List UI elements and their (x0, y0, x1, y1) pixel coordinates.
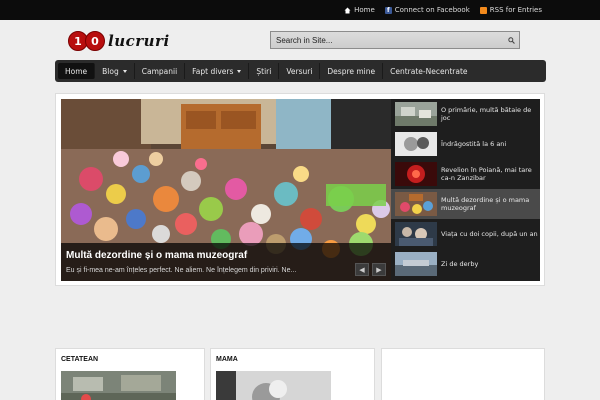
site-logo[interactable]: 1 0 lucruri (68, 29, 170, 53)
thumb-item[interactable]: Viața cu doi copii, după un an (391, 219, 540, 249)
thumb-title: Revelion în Poiană, mai tare ca-n Zanzib… (441, 166, 532, 182)
nav-item-home[interactable]: Home (58, 63, 96, 79)
category-title[interactable]: CETATEAN (61, 356, 98, 363)
nav-item-centrate-necentrate[interactable]: Centrate-Necentrate (383, 63, 474, 79)
search-button[interactable] (503, 32, 519, 48)
thumb-item[interactable]: Zi de derby (391, 249, 540, 279)
slide-excerpt: Eu și fi-mea ne-am înțeles perfect. Ne a… (66, 267, 297, 274)
thumb-image (395, 132, 437, 156)
category-box-cetatean: CETATEAN (55, 348, 205, 400)
logo-badge-zero: 0 (85, 31, 105, 51)
nav-item-blog-label: Blog (102, 66, 119, 76)
nav-item-stiri-label: Știri (256, 66, 272, 76)
arrow-left-icon: ◀ (359, 266, 365, 274)
next-slide-button[interactable]: ▶ (372, 263, 386, 276)
nav-item-blog[interactable]: Blog (95, 63, 135, 79)
search-box (270, 31, 520, 49)
top-link-home-label: Home (354, 6, 375, 14)
nav-item-stiri[interactable]: Știri (249, 63, 280, 79)
thumb-title: O primărie, multă bătaie de joc (441, 106, 532, 122)
thumb-image (395, 222, 437, 246)
nav-item-campanii[interactable]: Campanii (135, 63, 186, 79)
nav-item-campanii-label: Campanii (141, 66, 178, 76)
nav-item-fapt-divers-label: Fapt divers (192, 66, 234, 76)
thumb-item[interactable]: Îndrăgostită la 6 ani (391, 129, 540, 159)
thumb-title: Multă dezordine și o mama muzeograf (441, 196, 530, 212)
top-link-facebook-label: Connect on Facebook (394, 6, 470, 14)
prev-slide-button[interactable]: ◀ (355, 263, 369, 276)
thumb-item[interactable]: Revelion în Poiană, mai tare ca-n Zanzib… (391, 159, 540, 189)
top-link-home[interactable]: Home (344, 6, 375, 14)
facebook-icon: f (384, 6, 392, 14)
thumb-image (395, 102, 437, 126)
thumb-item[interactable]: Multă dezordine și o mama muzeograf (391, 189, 540, 219)
top-bar: Home f Connect on Facebook RSS for Entri… (0, 0, 600, 20)
slide-caption: Multă dezordine și o mama muzeograf Eu ș… (61, 243, 391, 281)
nav-item-versuri[interactable]: Versuri (279, 63, 321, 79)
rss-icon (479, 6, 487, 14)
top-link-rss-label: RSS for Entries (489, 6, 542, 14)
logo-word: lucruri (108, 32, 170, 50)
search-input[interactable] (271, 32, 503, 48)
thumb-image (395, 162, 437, 186)
nav-item-centrate-necentrate-label: Centrate-Necentrate (390, 66, 468, 76)
category-image[interactable] (61, 371, 176, 400)
category-image[interactable] (216, 371, 331, 400)
slide-thumbnails: O primărie, multă bătaie de joc Îndrăgos… (391, 99, 540, 281)
main-nav: Home Blog Campanii Fapt divers Știri Ver… (55, 60, 546, 82)
top-links: Home f Connect on Facebook RSS for Entri… (344, 0, 542, 20)
thumb-title: Zi de derby (441, 260, 479, 268)
sidebar-box (381, 348, 545, 400)
thumb-title: Îndrăgostită la 6 ani (441, 140, 507, 148)
top-link-rss[interactable]: RSS for Entries (479, 6, 542, 14)
category-box-mama: MAMA (210, 348, 375, 400)
nav-item-despre-mine-label: Despre mine (327, 66, 376, 76)
nav-item-versuri-label: Versuri (286, 66, 313, 76)
slide-title[interactable]: Multă dezordine și o mama muzeograf (66, 250, 247, 261)
home-icon (344, 7, 351, 13)
thumb-title: Viața cu doi copii, după un an (441, 230, 538, 238)
thumb-image (395, 252, 437, 276)
category-title[interactable]: MAMA (216, 356, 238, 363)
nav-item-home-label: Home (65, 66, 88, 76)
slide-arrows: ◀ ▶ (355, 263, 386, 276)
featured-slider: Multă dezordine și o mama muzeograf Eu ș… (55, 93, 545, 286)
thumb-image (395, 192, 437, 216)
search-icon (507, 36, 515, 44)
slide-image[interactable]: Multă dezordine și o mama muzeograf Eu ș… (61, 99, 391, 281)
thumb-item[interactable]: O primărie, multă bătaie de joc (391, 99, 540, 129)
top-link-facebook[interactable]: f Connect on Facebook (384, 6, 470, 14)
arrow-right-icon: ▶ (376, 266, 382, 274)
nav-item-fapt-divers[interactable]: Fapt divers (185, 63, 250, 79)
chevron-down-icon (122, 69, 127, 73)
chevron-down-icon (237, 69, 242, 73)
nav-item-despre-mine[interactable]: Despre mine (320, 63, 384, 79)
